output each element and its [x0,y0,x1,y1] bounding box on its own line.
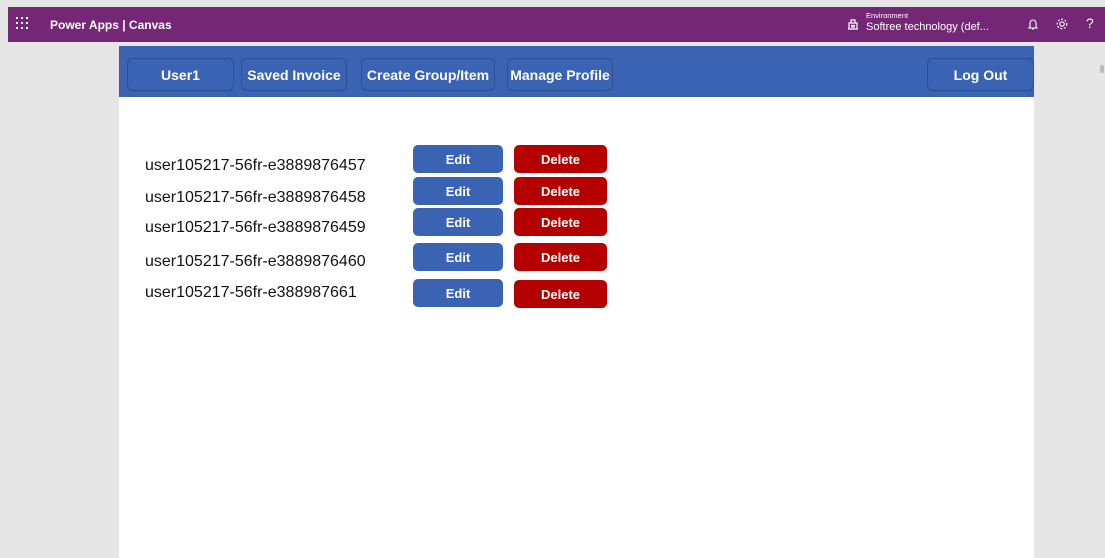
edit-button[interactable]: Edit [413,208,503,236]
nav-bar: User1 Saved Invoice Create Group/Item Ma… [119,46,1034,97]
delete-button[interactable]: Delete [514,280,607,308]
help-icon[interactable]: ? [1086,15,1094,31]
edit-button[interactable]: Edit [413,279,503,307]
log-out-button[interactable]: Log Out [927,58,1034,91]
delete-button[interactable]: Delete [514,177,607,205]
edit-button[interactable]: Edit [413,243,503,271]
user-button[interactable]: User1 [127,58,234,91]
user-id-label: user105217-56fr-e3889876458 [145,189,366,206]
create-group-item-button[interactable]: Create Group/Item [361,58,495,91]
edit-button[interactable]: Edit [413,177,503,205]
user-id-label: user105217-56fr-e3889876459 [145,219,366,236]
edit-button[interactable]: Edit [413,145,503,173]
environment-name[interactable]: Softree technology (def... [866,21,989,33]
bell-icon[interactable] [1026,17,1040,31]
user-id-label: user105217-56fr-e388987661 [145,284,357,301]
app-header: Power Apps | Canvas Environment Softree … [8,7,1105,42]
scrollbar-thumb[interactable] [1100,65,1104,73]
saved-invoice-button[interactable]: Saved Invoice [241,58,347,91]
app-title: Power Apps | Canvas [50,18,172,32]
user-id-label: user105217-56fr-e3889876457 [145,157,366,174]
waffle-icon[interactable] [16,17,30,31]
user-id-label: user105217-56fr-e3889876460 [145,253,366,270]
delete-button[interactable]: Delete [514,208,607,236]
gear-icon[interactable] [1055,17,1069,31]
environment-icon[interactable] [846,17,860,31]
environment-label: Environment [866,11,909,20]
manage-profile-button[interactable]: Manage Profile [507,58,613,91]
app-canvas: User1 Saved Invoice Create Group/Item Ma… [119,46,1034,558]
delete-button[interactable]: Delete [514,145,607,173]
delete-button[interactable]: Delete [514,243,607,271]
